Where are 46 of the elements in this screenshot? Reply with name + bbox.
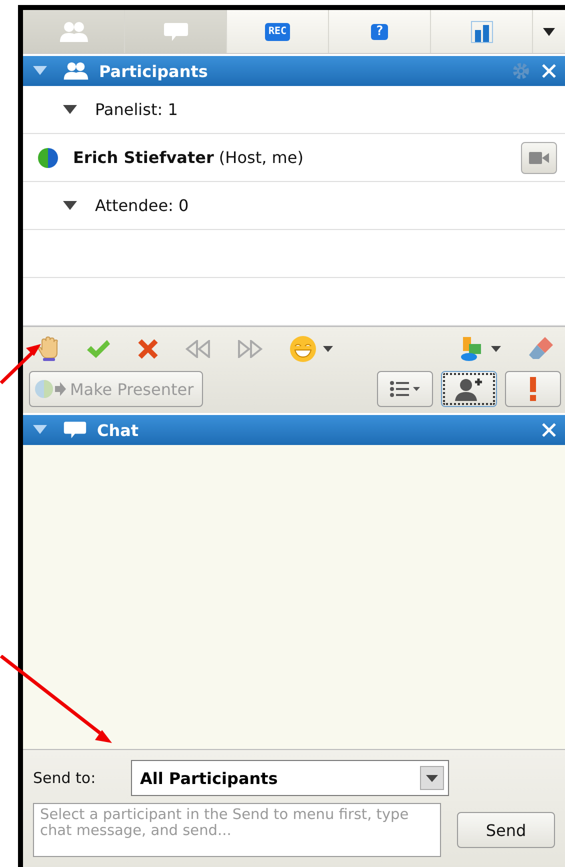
close-icon[interactable] (137, 338, 159, 360)
participant-name: Erich Stiefvater (Host, me) (73, 148, 304, 167)
speech-bubble-icon (63, 420, 87, 440)
video-button[interactable] (521, 142, 557, 174)
caret-icon (426, 774, 438, 782)
smiley-icon (289, 335, 317, 363)
speech-bubble-icon (162, 22, 188, 42)
caret-icon (323, 346, 333, 352)
collapse-icon[interactable] (33, 425, 47, 435)
rewind-icon[interactable] (185, 340, 211, 358)
shapes-menu-button[interactable] (459, 336, 501, 362)
toolbar-tab[interactable]: ? (329, 10, 431, 53)
list-menu-button[interactable] (377, 371, 433, 407)
group-row[interactable]: Panelist: 1 (23, 86, 565, 134)
annotation-arrow (0, 344, 41, 384)
checkmark-icon[interactable] (85, 338, 111, 360)
toolbar-tab[interactable]: REC (227, 10, 329, 53)
list-icon (389, 380, 421, 398)
record-icon: REC (265, 22, 290, 40)
status-globe-icon (37, 146, 59, 168)
fast-forward-icon[interactable] (237, 340, 263, 358)
alert-button[interactable] (505, 371, 561, 407)
collapse-icon[interactable] (33, 66, 47, 76)
exclamation-icon (529, 377, 537, 401)
people-icon (63, 61, 89, 81)
panel-title: Chat (97, 420, 139, 440)
bar-chart-icon (470, 20, 492, 42)
caret-icon (543, 28, 555, 36)
caret-icon (491, 346, 501, 352)
group-label: Panelist: 1 (95, 100, 178, 119)
group-label: Attendee: 0 (95, 196, 189, 215)
add-person-icon (455, 377, 483, 401)
send-to-dropdown[interactable]: All Participants (131, 760, 449, 796)
group-row[interactable]: Attendee: 0 (23, 182, 565, 230)
raised-hand-icon[interactable] (37, 336, 59, 362)
people-icon (58, 20, 88, 42)
help-icon: ? (370, 24, 388, 40)
message-field[interactable]: Select a participant in the Send to menu first, type chat message, and send... (33, 803, 441, 857)
add-participant-button[interactable] (441, 371, 497, 407)
panel-title: Participants (99, 62, 208, 80)
send-button[interactable]: Send (457, 812, 555, 848)
video-camera-icon (529, 150, 549, 164)
send-to-label: Send to: (33, 769, 97, 787)
emoticon-menu-button[interactable] (289, 335, 333, 363)
ball-arrow-icon (34, 379, 66, 399)
participant-row[interactable]: Erich Stiefvater (Host, me) (23, 134, 565, 182)
